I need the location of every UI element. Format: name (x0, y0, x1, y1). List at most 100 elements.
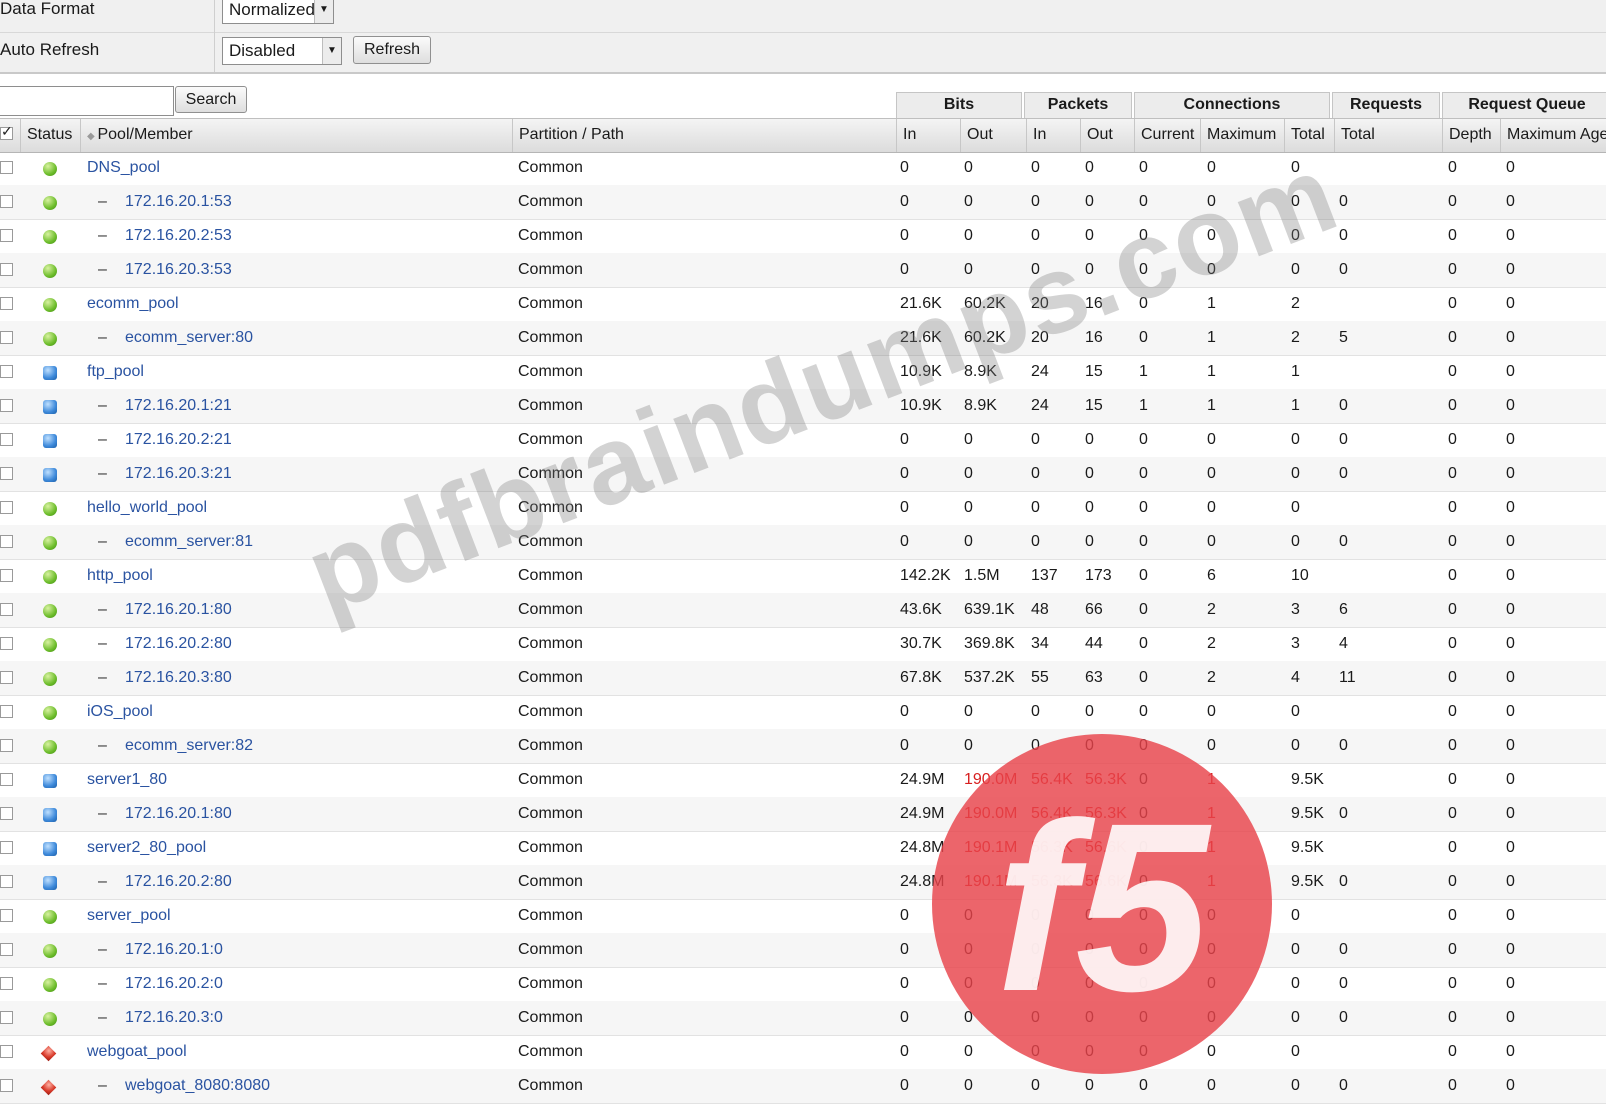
member-link[interactable]: 172.16.20.3:21 (125, 457, 232, 491)
row-checkbox[interactable] (0, 637, 13, 650)
member-link[interactable]: 172.16.20.3:0 (125, 1001, 223, 1035)
row-checkbox[interactable] (0, 161, 13, 174)
pool-row[interactable]: http_pool Common 142.2K 1.5M 137 173 0 6 10 0 0 (0, 559, 1606, 594)
row-checkbox[interactable] (0, 433, 13, 446)
member-row[interactable]: –172.16.20.1:80Common24.9M190.0M56.4K56.… (0, 797, 1606, 832)
row-checkbox[interactable] (0, 841, 13, 854)
row-checkbox[interactable] (0, 739, 13, 752)
row-checkbox[interactable] (0, 909, 13, 922)
row-checkbox[interactable] (0, 229, 13, 242)
auto-refresh-select[interactable]: Disabled ▼ (222, 37, 342, 65)
member-row[interactable]: – 172.16.20.3:80 Common 67.8K 537.2K 55 63 0 2 4 1… (0, 661, 1606, 696)
member-link[interactable]: 172.16.20.1:80 (125, 593, 232, 627)
row-checkbox[interactable] (0, 671, 13, 684)
row-checkbox[interactable] (0, 603, 13, 616)
pool-row[interactable]: iOS_pool Common 0 0 0 0 0 0 0 0 0 (0, 695, 1606, 730)
member-link[interactable]: 172.16.20.1:0 (125, 933, 223, 967)
row-checkbox[interactable] (0, 399, 13, 412)
member-link[interactable]: 172.16.20.1:80 (125, 797, 232, 831)
row-checkbox[interactable] (0, 977, 13, 990)
member-row[interactable]: –ecomm_server:82Common0000000000 (0, 729, 1606, 764)
member-row[interactable]: –172.16.20.1:53 Common 0 0 0 0 0 0 0 0 0 0 (0, 185, 1606, 220)
col-partition[interactable]: Partition / Path (512, 119, 896, 152)
member-link[interactable]: 172.16.20.1:53 (125, 185, 232, 219)
col-pool-member[interactable]: ◆ Pool/Member (80, 119, 512, 152)
member-link[interactable]: 172.16.20.3:80 (125, 661, 232, 695)
pool-row[interactable]: webgoat_poolCommon000000000 (0, 1035, 1606, 1070)
row-checkbox[interactable] (0, 1079, 13, 1092)
member-link[interactable]: 172.16.20.2:80 (125, 627, 232, 661)
select-all-checkbox[interactable] (0, 123, 13, 140)
row-checkbox[interactable] (0, 807, 13, 820)
pool-link[interactable]: hello_world_pool (87, 491, 207, 525)
pool-row[interactable]: server1_80Common24.9M190.0M56.4K56.3K019… (0, 763, 1606, 798)
member-link[interactable]: ecomm_server:81 (125, 525, 253, 559)
row-checkbox[interactable] (0, 943, 13, 956)
col-requests-total[interactable]: Total (1334, 119, 1442, 152)
col-packets-in[interactable]: In (1026, 119, 1080, 152)
row-checkbox[interactable] (0, 365, 13, 378)
row-checkbox[interactable] (0, 773, 13, 786)
row-checkbox[interactable] (0, 705, 13, 718)
member-link[interactable]: 172.16.20.2:0 (125, 967, 223, 1001)
pool-link[interactable]: http_pool (87, 559, 153, 593)
pool-link[interactable]: ftp_pool (87, 355, 144, 389)
pool-link[interactable]: server1_80 (87, 763, 167, 797)
col-status[interactable]: Status (20, 119, 80, 152)
member-row[interactable]: –172.16.20.1:0Common0000000000 (0, 933, 1606, 968)
member-row[interactable]: –172.16.20.3:21 Common 0 0 0 0 0 0 0 0 0 0 (0, 457, 1606, 492)
pool-row[interactable]: server_poolCommon000000000 (0, 899, 1606, 934)
col-queue-depth[interactable]: Depth (1442, 119, 1500, 152)
pool-row[interactable]: ecomm_pool Common 21.6K 60.2K 20 16 0 1 2 0 0 (0, 287, 1606, 322)
row-checkbox[interactable] (0, 467, 13, 480)
row-checkbox[interactable] (0, 331, 13, 344)
col-packets-out[interactable]: Out (1080, 119, 1134, 152)
row-checkbox[interactable] (0, 1011, 13, 1024)
member-row[interactable]: – ecomm_server:81 Common 0 0 0 0 0 0 0 0 0 0 (0, 525, 1606, 560)
member-link[interactable]: 172.16.20.2:53 (125, 219, 232, 253)
row-checkbox[interactable] (0, 195, 13, 208)
member-link[interactable]: 172.16.20.2:80 (125, 865, 232, 899)
member-row[interactable]: –172.16.20.2:80 Common 30.7K 369.8K 34 44 0 2 3 4… (0, 627, 1606, 662)
conn-maximum-cell: 1 (1207, 329, 1216, 346)
col-conn-current[interactable]: Current (1134, 119, 1200, 152)
member-row[interactable]: –172.16.20.2:0Common0000000000 (0, 967, 1606, 1002)
packets-out-cell: 173 (1085, 567, 1112, 584)
row-checkbox[interactable] (0, 263, 13, 276)
row-checkbox[interactable] (0, 1045, 13, 1058)
member-link[interactable]: 172.16.20.2:21 (125, 423, 232, 457)
member-row[interactable]: –172.16.20.2:53 Common 0 0 0 0 0 0 0 0 0 0 (0, 219, 1606, 254)
pool-link[interactable]: DNS_pool (87, 151, 160, 185)
row-checkbox[interactable] (0, 501, 13, 514)
member-row[interactable]: – webgoat_8080:8080 Common 0 0 0 0 0 0 0 0 0 0 (0, 1069, 1606, 1104)
member-link[interactable]: 172.16.20.1:21 (125, 389, 232, 423)
pool-link[interactable]: ecomm_pool (87, 287, 179, 321)
member-row[interactable]: –172.16.20.2:80Common24.8M190.1M56.3K56.… (0, 865, 1606, 900)
col-queue-max-age[interactable]: Maximum Age (1500, 119, 1606, 152)
pool-link[interactable]: webgoat_pool (87, 1035, 187, 1069)
member-link[interactable]: ecomm_server:80 (125, 321, 253, 355)
row-checkbox[interactable] (0, 875, 13, 888)
row-checkbox[interactable] (0, 297, 13, 310)
pool-link[interactable]: iOS_pool (87, 695, 153, 729)
search-button[interactable]: Search (175, 86, 247, 113)
pool-row[interactable]: DNS_pool Common 0 0 0 0 0 0 0 0 0 (0, 151, 1606, 186)
col-bits-in[interactable]: In (896, 119, 960, 152)
pool-row[interactable]: server2_80_poolCommon24.8M190.1M56.3K56.… (0, 831, 1606, 866)
search-input[interactable] (0, 86, 174, 116)
queue-depth-cell: 0 (1448, 227, 1457, 244)
member-link[interactable]: webgoat_8080:8080 (125, 1069, 270, 1103)
row-checkbox[interactable] (0, 535, 13, 548)
member-row[interactable]: – 172.16.20.1:80 Common 43.6K 639.1K 48 66 0 2 3 6… (0, 593, 1606, 628)
refresh-button[interactable]: Refresh (353, 36, 431, 64)
data-format-select[interactable]: Normalized ▼ (222, 0, 334, 24)
member-link[interactable]: 172.16.20.3:53 (125, 253, 232, 287)
member-row[interactable]: –172.16.20.3:53 Common 0 0 0 0 0 0 0 0 0 0 (0, 253, 1606, 288)
pool-link[interactable]: server2_80_pool (87, 831, 206, 865)
row-checkbox[interactable] (0, 569, 13, 582)
member-row[interactable]: –172.16.20.3:0Common0000000000 (0, 1001, 1606, 1036)
pool-link[interactable]: server_pool (87, 899, 171, 933)
pool-row[interactable]: hello_world_pool Common 0 0 0 0 0 0 0 0 0 (0, 491, 1606, 526)
col-bits-out[interactable]: Out (960, 119, 1026, 152)
member-link[interactable]: ecomm_server:82 (125, 729, 253, 763)
